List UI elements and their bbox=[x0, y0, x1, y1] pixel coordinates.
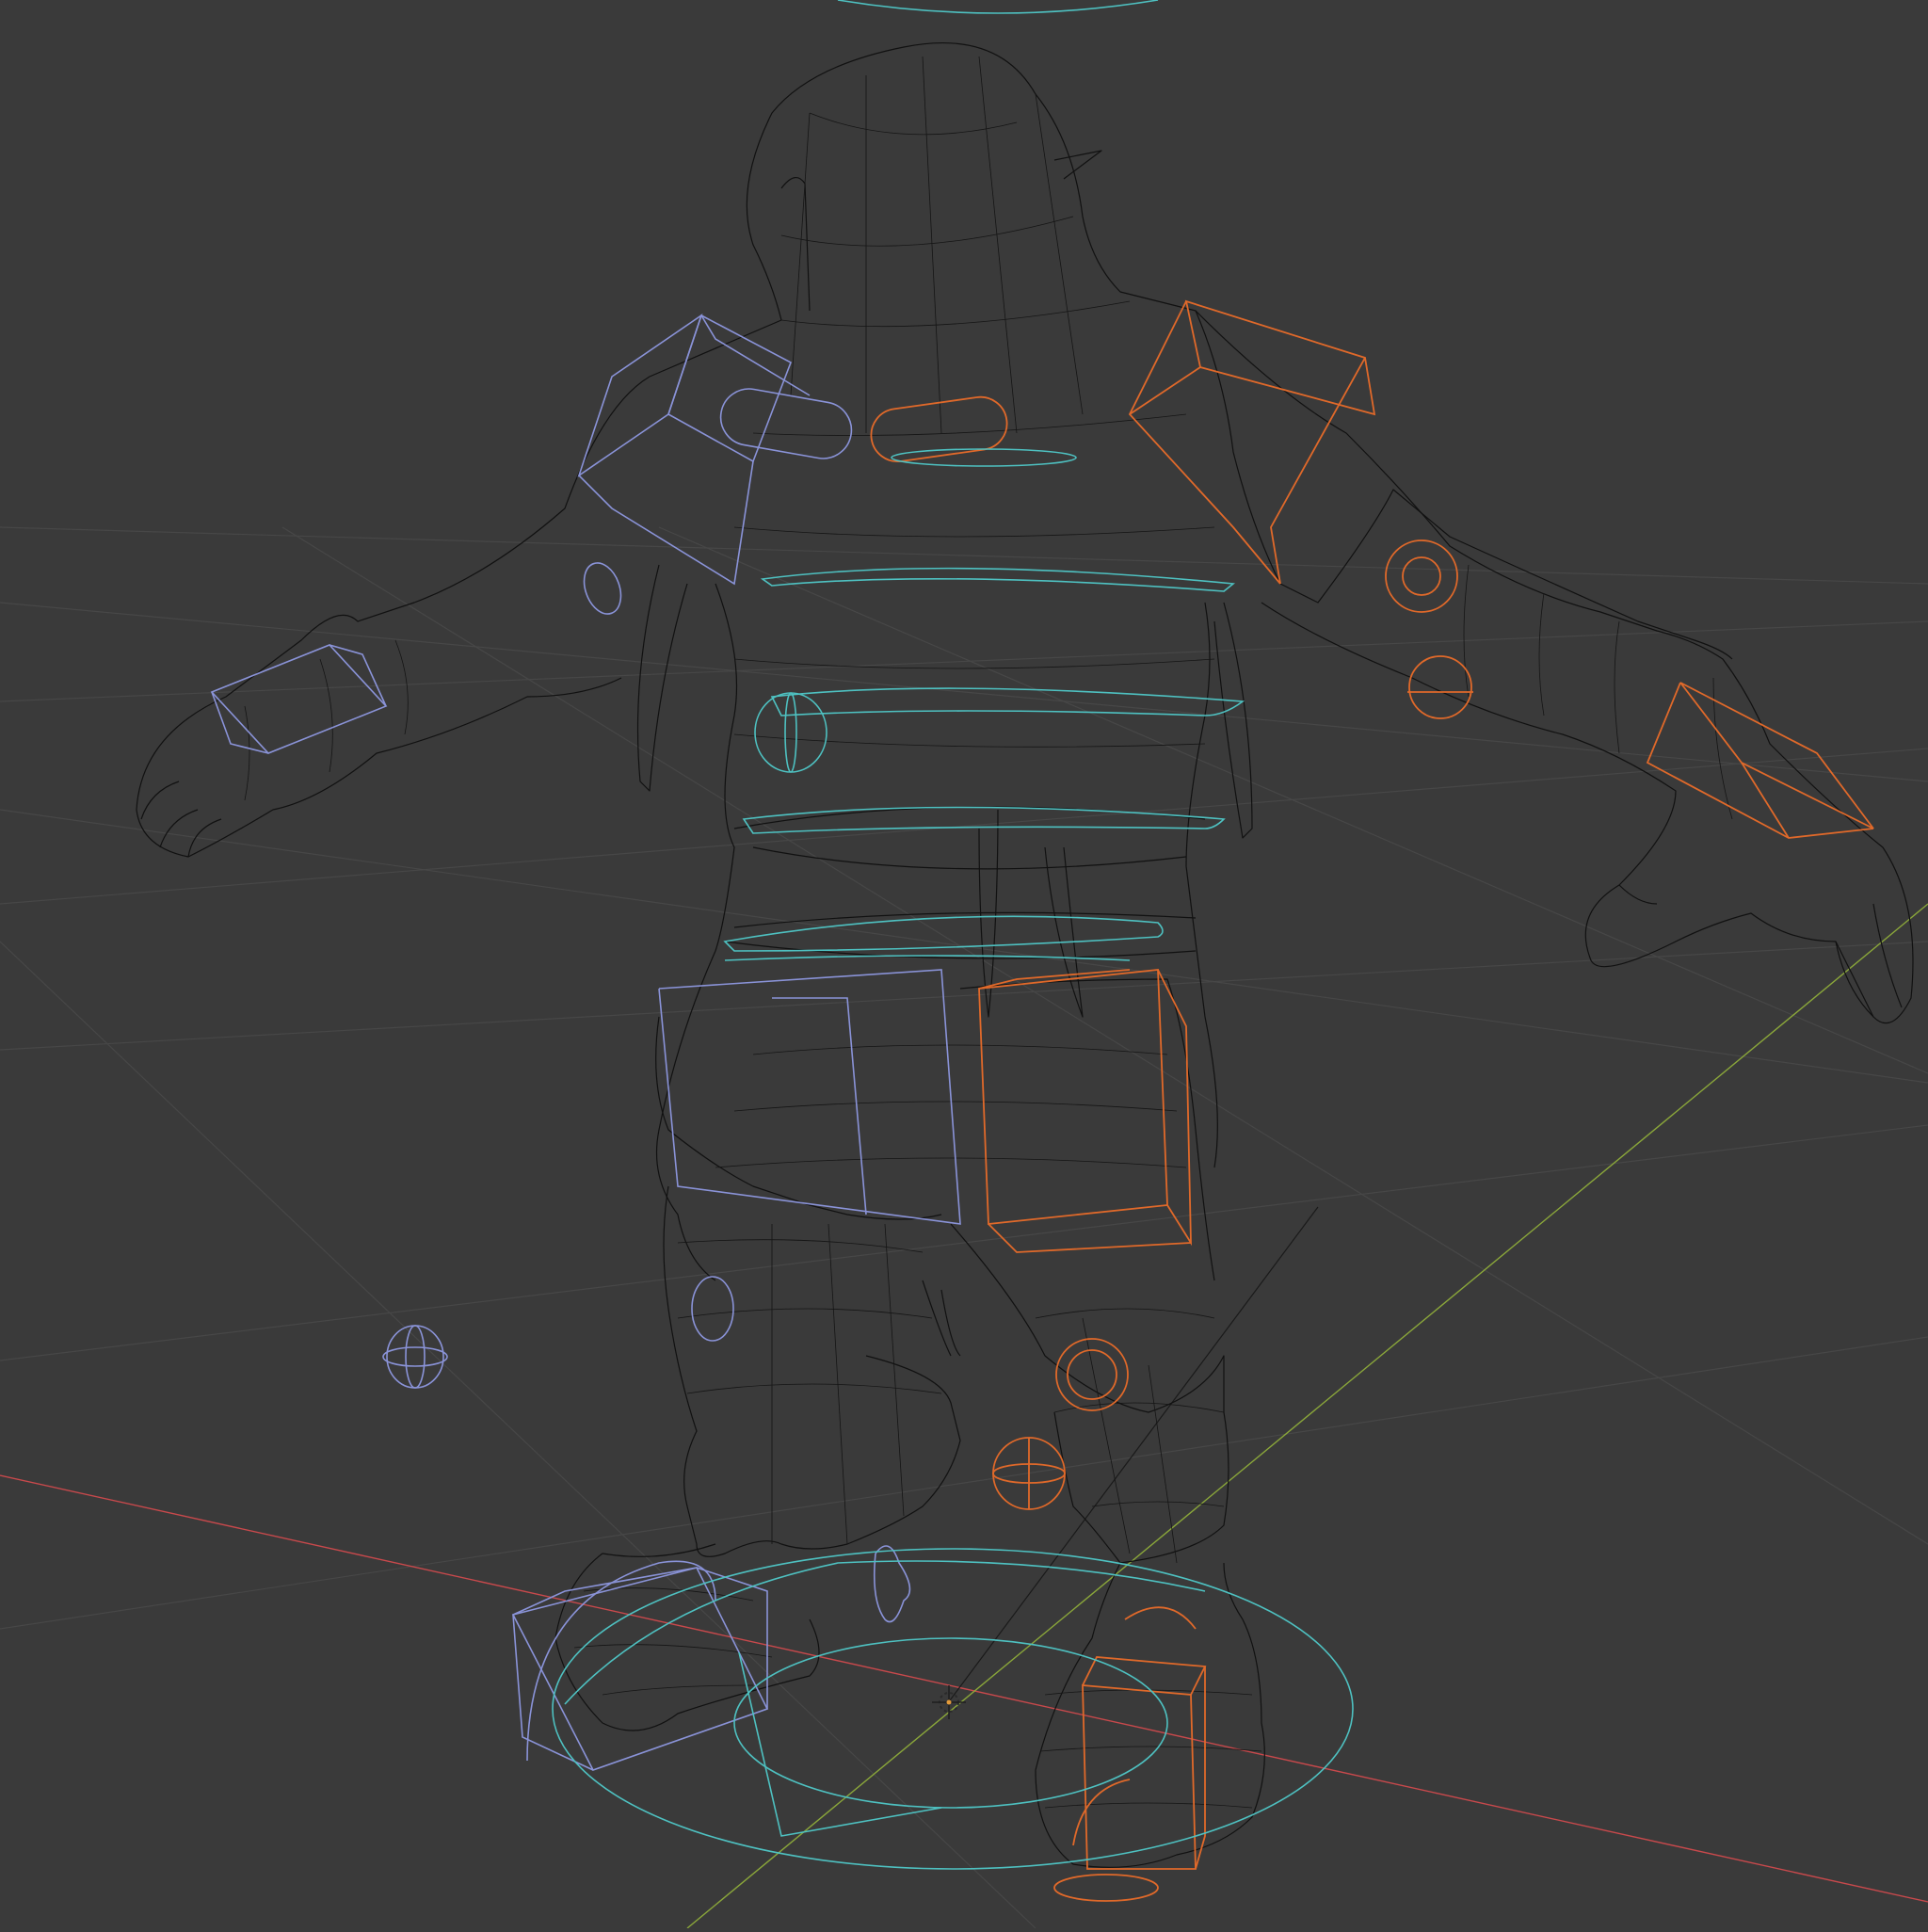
camera-guide-line bbox=[946, 1206, 1319, 1705]
hip-box-ctrl bbox=[978, 969, 1168, 1225]
right-clavicle-ctrl bbox=[870, 395, 1008, 463]
left-rig-controls[interactable] bbox=[210, 313, 961, 1771]
root-top-ring[interactable] bbox=[837, 0, 1159, 14]
left-wrist-box-ctrl bbox=[210, 644, 388, 754]
spine-left-ctrl bbox=[754, 692, 827, 773]
chest-ctrl bbox=[760, 567, 1236, 592]
hood-outline bbox=[903, 41, 1733, 660]
left-leg-outline bbox=[663, 1185, 961, 1557]
right-forearm-ctrl bbox=[1408, 655, 1472, 719]
root-inner-ctrl bbox=[733, 1637, 1168, 1809]
neck-ctrl bbox=[891, 448, 1077, 467]
right-shoulder-box-ctrl bbox=[1184, 299, 1376, 416]
left-clavicle-ctrl bbox=[719, 388, 853, 459]
left-knee-ctrl bbox=[691, 1276, 734, 1342]
left-shoulder-box-ctrl bbox=[667, 314, 792, 463]
floor-grid bbox=[0, 526, 1928, 1929]
x-axis-line bbox=[0, 1474, 1928, 1903]
torso-outline bbox=[655, 583, 738, 1281]
right-elbow-ctrl bbox=[1385, 539, 1458, 613]
3d-viewport[interactable] bbox=[0, 0, 1928, 1929]
left-elbow-ctrl bbox=[583, 562, 622, 615]
y-axis-line bbox=[686, 903, 1928, 1929]
left-pole-sphere-ctrl bbox=[386, 1325, 444, 1389]
right-rig-controls[interactable] bbox=[868, 299, 1874, 1902]
viewport-canvas[interactable] bbox=[0, 0, 1928, 1929]
3d-cursor-icon[interactable] bbox=[932, 1685, 966, 1719]
right-arm-outline bbox=[1195, 310, 1914, 1024]
